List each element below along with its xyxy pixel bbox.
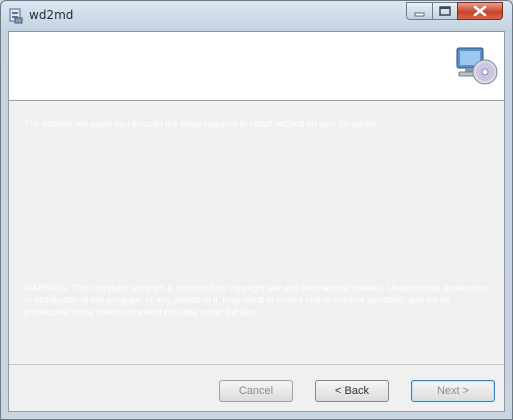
window-title: wd2md [29,8,74,22]
next-button[interactable]: Next > [411,380,495,402]
installer-window: wd2md The installer will guide you throu… [0,0,513,420]
header-banner [9,32,504,101]
separator-line [9,364,504,365]
back-button[interactable]: < Back [315,380,389,402]
dialog-client-area: The installer will guide you through the… [8,31,505,412]
maximize-icon [439,6,451,16]
minimize-icon [414,12,425,17]
close-button[interactable] [457,2,503,20]
title-bar[interactable]: wd2md [1,1,512,31]
close-icon [473,5,487,17]
app-icon [9,8,23,24]
copyright-warning-text: WARNING: This computer program is protec… [24,283,487,317]
computer-cd-icon [456,47,498,85]
minimize-button[interactable] [406,2,433,20]
intro-text: The installer will guide you through the… [24,119,379,129]
cancel-button[interactable]: Cancel [219,380,293,402]
maximize-button[interactable] [432,2,458,20]
